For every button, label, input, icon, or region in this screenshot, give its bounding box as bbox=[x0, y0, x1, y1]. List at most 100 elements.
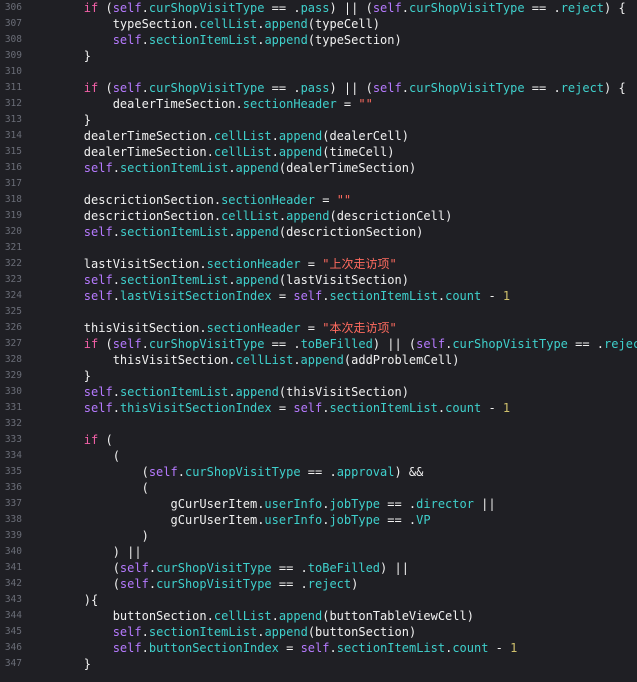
code-line[interactable]: 332 bbox=[0, 416, 637, 432]
code-line[interactable]: 336 ( bbox=[0, 480, 637, 496]
line-number: 309 bbox=[4, 50, 22, 61]
code-token-plain: . bbox=[228, 225, 236, 239]
code-line[interactable]: 331 self.thisVisitSectionIndex = self.se… bbox=[0, 400, 637, 416]
code-line[interactable]: 318 descrictionSection.sectionHeader = "… bbox=[0, 192, 637, 208]
code-token-plain: . bbox=[148, 561, 157, 575]
code-line[interactable]: 314 dealerTimeSection.cellList.append(de… bbox=[0, 128, 637, 144]
code-text: self.sectionItemList.append(lastVisitSec… bbox=[26, 272, 409, 288]
code-token-prop: count bbox=[445, 289, 482, 303]
code-line[interactable]: 328 thisVisitSection.cellList.append(add… bbox=[0, 352, 637, 368]
code-line[interactable]: 334 ( bbox=[0, 448, 637, 464]
code-token-plain: . bbox=[271, 145, 279, 159]
line-number: 347 bbox=[4, 658, 22, 669]
code-token-prop: curShopVisitType bbox=[156, 577, 272, 591]
code-text: self.sectionItemList.append(dealerTimeSe… bbox=[26, 160, 416, 176]
code-line[interactable]: 330 self.sectionItemList.append(thisVisi… bbox=[0, 384, 637, 400]
line-number: 319 bbox=[4, 210, 22, 221]
code-token-prop: append bbox=[278, 129, 323, 143]
code-line[interactable]: 312 dealerTimeSection.sectionHeader = "" bbox=[0, 96, 637, 112]
code-token-plain: (descrictionCell) bbox=[329, 209, 453, 223]
code-text: gCurUserItem.userInfo.jobType == .direct… bbox=[26, 496, 495, 512]
code-text: lastVisitSection.sectionHeader = "上次走访项" bbox=[26, 256, 397, 272]
code-token-plain: typeSection. bbox=[26, 17, 200, 31]
code-token-prop: append bbox=[235, 161, 279, 175]
code-token-plain: . bbox=[112, 385, 120, 399]
code-line[interactable]: 338 gCurUserItem.userInfo.jobType == .VP bbox=[0, 512, 637, 528]
code-token-self: self bbox=[112, 337, 142, 351]
line-number: 326 bbox=[4, 322, 22, 333]
code-line[interactable]: 323 self.sectionItemList.append(lastVisi… bbox=[0, 272, 637, 288]
code-token-prop: reject bbox=[560, 1, 605, 15]
code-token-prop: sectionHeader bbox=[206, 257, 301, 271]
code-line[interactable]: 340 ) || bbox=[0, 544, 637, 560]
code-line[interactable]: 346 self.buttonSectionIndex = self.secti… bbox=[0, 640, 637, 656]
code-text: } bbox=[26, 112, 91, 128]
code-editor[interactable]: 306 if (self.curShopVisitType == .pass) … bbox=[0, 0, 637, 682]
code-line[interactable]: 347 } bbox=[0, 656, 637, 672]
code-line[interactable]: 310 bbox=[0, 64, 637, 80]
code-token-prop: sectionItemList bbox=[329, 401, 438, 415]
code-token-prop: reject bbox=[560, 81, 605, 95]
code-line[interactable]: 343 ){ bbox=[0, 592, 637, 608]
code-token-plain: (typeSection) bbox=[307, 33, 402, 47]
code-line[interactable]: 326 thisVisitSection.sectionHeader = "本次… bbox=[0, 320, 637, 336]
line-number: 344 bbox=[4, 610, 22, 621]
code-token-num: 1 bbox=[502, 401, 511, 415]
line-number: 338 bbox=[4, 514, 22, 525]
code-token-plain: == . bbox=[264, 1, 301, 15]
code-line[interactable]: 324 self.lastVisitSectionIndex = self.se… bbox=[0, 288, 637, 304]
line-number: 324 bbox=[4, 290, 22, 301]
code-line[interactable]: 322 lastVisitSection.sectionHeader = "上次… bbox=[0, 256, 637, 272]
code-token-plain: == . bbox=[264, 337, 301, 351]
code-line[interactable]: 320 self.sectionItemList.append(descrict… bbox=[0, 224, 637, 240]
code-token-prop: cellList bbox=[213, 609, 272, 623]
code-line[interactable]: 333 if ( bbox=[0, 432, 637, 448]
code-line[interactable]: 309 } bbox=[0, 48, 637, 64]
code-token-plain: } bbox=[26, 113, 92, 127]
code-token-plain: ) || ( bbox=[329, 81, 373, 95]
code-line[interactable]: 339 ) bbox=[0, 528, 637, 544]
code-line[interactable]: 321 bbox=[0, 240, 637, 256]
code-token-self: self bbox=[293, 401, 323, 415]
code-line[interactable]: 329 } bbox=[0, 368, 637, 384]
code-token-kw: if bbox=[83, 337, 99, 351]
code-line[interactable]: 313 } bbox=[0, 112, 637, 128]
code-token-prop: curShopVisitType bbox=[452, 337, 568, 351]
code-line[interactable]: 317 bbox=[0, 176, 637, 192]
code-line[interactable]: 308 self.sectionItemList.append(typeSect… bbox=[0, 32, 637, 48]
code-token-str: "本次走访项" bbox=[322, 321, 397, 335]
code-line[interactable]: 311 if (self.curShopVisitType == .pass) … bbox=[0, 80, 637, 96]
code-line[interactable]: 327 if (self.curShopVisitType == .toBeFi… bbox=[0, 336, 637, 352]
code-text: gCurUserItem.userInfo.jobType == .VP bbox=[26, 512, 430, 528]
line-number: 330 bbox=[4, 386, 22, 397]
code-line[interactable]: 342 (self.curShopVisitType == .reject) bbox=[0, 576, 637, 592]
code-line[interactable]: 344 buttonSection.cellList.append(button… bbox=[0, 608, 637, 624]
code-token-kw: if bbox=[83, 81, 99, 95]
code-line[interactable]: 319 descrictionSection.cellList.append(d… bbox=[0, 208, 637, 224]
code-token-num: 1 bbox=[502, 289, 511, 303]
code-line[interactable]: 306 if (self.curShopVisitType == .pass) … bbox=[0, 0, 637, 16]
code-token-plain: ( bbox=[26, 577, 120, 591]
line-number: 313 bbox=[4, 114, 22, 125]
code-line[interactable]: 315 dealerTimeSection.cellList.append(ti… bbox=[0, 144, 637, 160]
code-line[interactable]: 337 gCurUserItem.userInfo.jobType == .di… bbox=[0, 496, 637, 512]
line-number: 327 bbox=[4, 338, 22, 349]
code-line[interactable]: 341 (self.curShopVisitType == .toBeFille… bbox=[0, 560, 637, 576]
code-token-prop: sectionHeader bbox=[242, 97, 337, 111]
code-line[interactable]: 345 self.sectionItemList.append(buttonSe… bbox=[0, 624, 637, 640]
code-token-prop: sectionItemList bbox=[119, 161, 229, 175]
code-line[interactable]: 325 bbox=[0, 304, 637, 320]
code-token-plain: - bbox=[488, 641, 511, 655]
code-line[interactable]: 335 (self.curShopVisitType == .approval)… bbox=[0, 464, 637, 480]
code-token-prop: append bbox=[235, 385, 279, 399]
code-text: ( bbox=[26, 448, 120, 464]
code-line[interactable]: 307 typeSection.cellList.append(typeCell… bbox=[0, 16, 637, 32]
line-number: 337 bbox=[4, 498, 22, 509]
code-line[interactable]: 316 self.sectionItemList.append(dealerTi… bbox=[0, 160, 637, 176]
code-token-plain: == . bbox=[271, 561, 308, 575]
code-token-self: self bbox=[416, 337, 446, 351]
